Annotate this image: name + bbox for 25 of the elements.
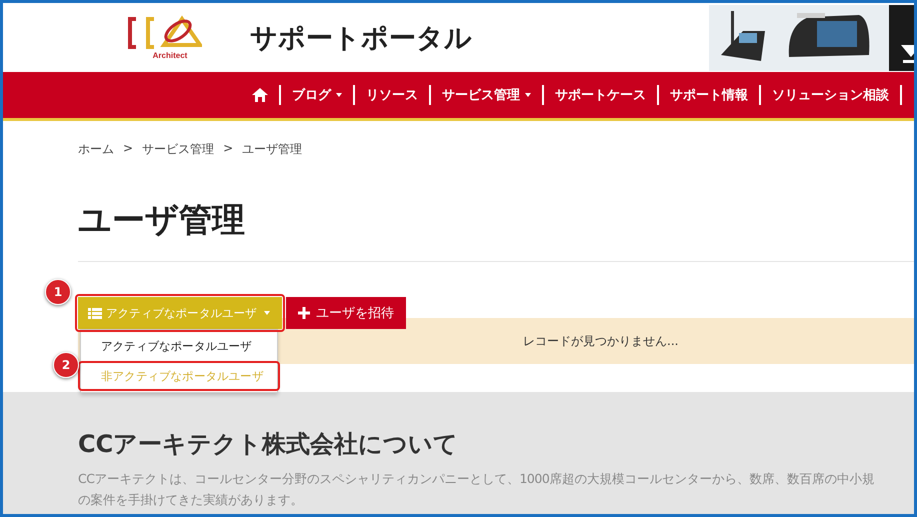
menu-item[interactable]: アクティブなポータルユーザ [81,334,278,358]
plus-icon [298,307,310,319]
breadcrumb-current: ユーザ管理 [242,141,302,158]
nav-link[interactable]: ソリューション相談 [761,83,900,107]
breadcrumb-link[interactable]: サービス管理 [142,141,214,158]
logo-text: Architect [152,51,188,60]
nav-link[interactable]: ブログ [281,83,353,107]
site-title: サポートポータル [250,22,472,54]
nav-link[interactable]: サポート情報 [659,83,759,107]
empty-message: レコードが見つかりません... [523,332,678,350]
callout-number: 2 [53,352,79,378]
nav-link[interactable]: サービス管理 [431,83,542,107]
invite-user-button[interactable]: ユーザを招待 [286,297,406,329]
nav-link[interactable]: リソース [355,83,429,107]
list-icon [88,308,102,318]
breadcrumb-link[interactable]: ホーム [78,141,114,158]
nav-link[interactable]: サポートケース [544,83,657,107]
callout-number: 1 [45,279,71,305]
page-title: ユーザ管理 [78,199,246,241]
about-paragraph: CCアーキテクトは、コールセンター分野のスペシャリティカンパニーとして、1000席超の大規模コールセンターから、数席、数百席の中小規 の案件を手掛けてきた実績があります。 [78,470,876,509]
breadcrumb-separator: > [123,141,134,157]
logo-icon [128,15,202,51]
about-heading: CCアーキテクト株式会社について [78,429,460,460]
home-icon [252,88,268,102]
breadcrumb-separator: > [223,141,234,157]
